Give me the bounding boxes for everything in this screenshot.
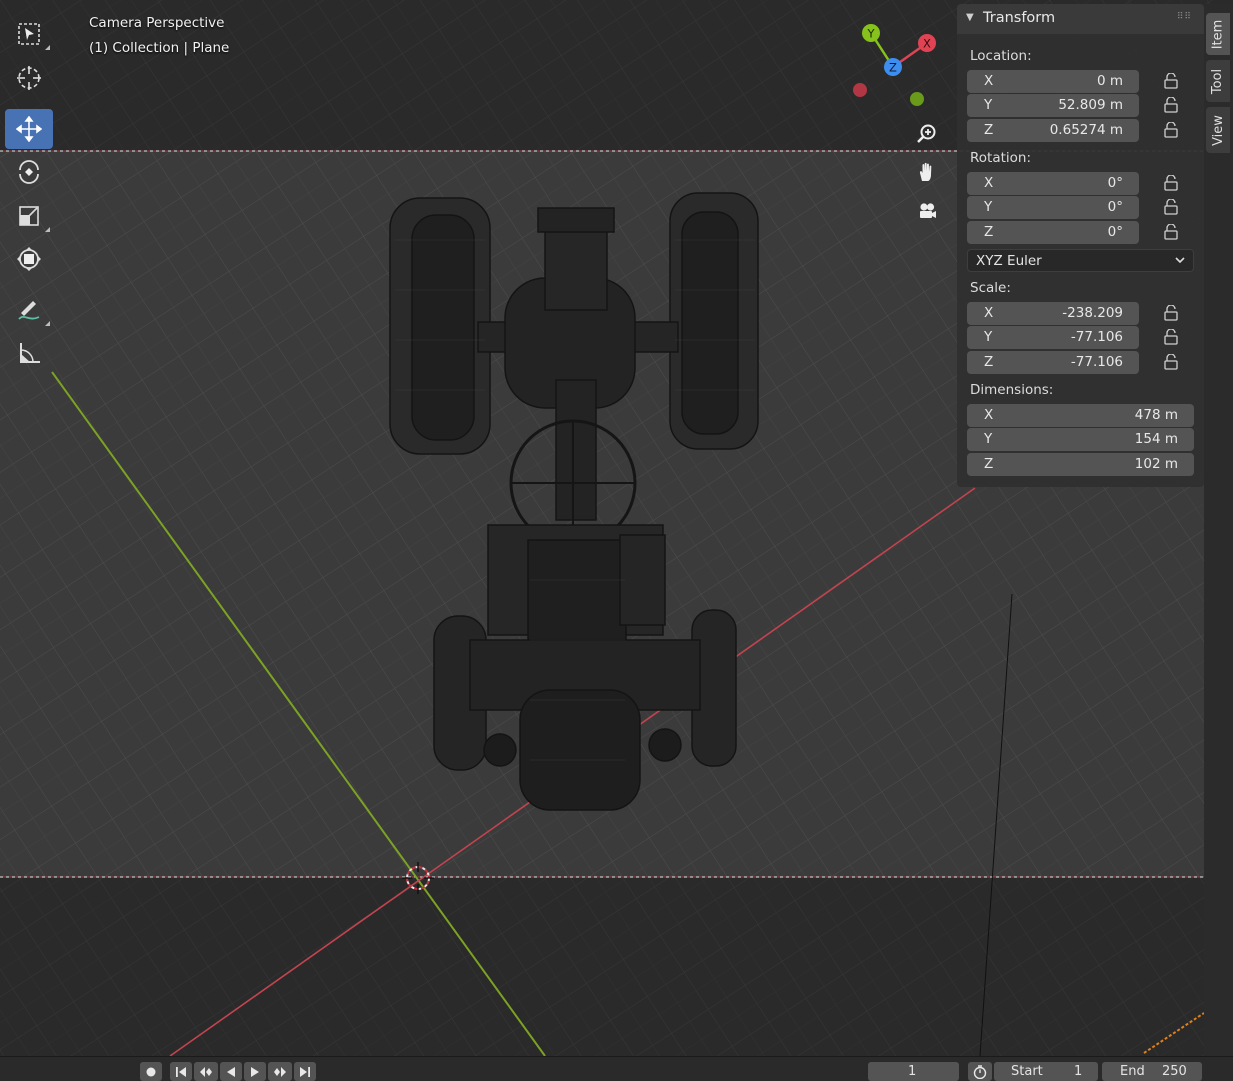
lock-scale-y-icon[interactable]: [1162, 329, 1182, 345]
zoom-button[interactable]: [909, 116, 945, 152]
transform-icon: [17, 247, 41, 271]
jump-to-end-button[interactable]: [294, 1062, 316, 1081]
chevron-down-icon: [1175, 257, 1185, 264]
gizmo-y-axis[interactable]: Y: [862, 24, 880, 42]
zoom-icon: [917, 124, 936, 143]
end-frame-field[interactable]: End 250: [1102, 1062, 1202, 1081]
dimensions-y-field[interactable]: Y 154 m: [967, 428, 1194, 451]
pan-button[interactable]: [909, 154, 945, 190]
location-z-field[interactable]: Z 0.65274 m: [967, 119, 1139, 142]
tab-tool[interactable]: Tool: [1206, 60, 1230, 102]
keyframe-back-icon: [200, 1066, 212, 1077]
lock-location-x-icon[interactable]: [1162, 73, 1182, 89]
jump-keyframe-back-button[interactable]: [194, 1062, 218, 1081]
location-y-field[interactable]: Y 52.809 m: [967, 94, 1139, 117]
record-icon: [146, 1067, 156, 1076]
record-button[interactable]: [140, 1062, 162, 1081]
measure-icon: [20, 343, 40, 363]
lock-scale-z-icon[interactable]: [1162, 354, 1182, 370]
jump-start-icon: [176, 1066, 186, 1077]
scale-label: Scale:: [970, 280, 1011, 296]
dimensions-x-field[interactable]: X 478 m: [967, 404, 1194, 427]
gizmo-x-axis[interactable]: X: [918, 34, 936, 52]
select-box-icon: [18, 23, 40, 45]
current-frame-field[interactable]: 1: [868, 1062, 959, 1081]
rotate-icon: [19, 160, 39, 184]
drag-handle-icon[interactable]: ⠿⠿: [1177, 12, 1192, 22]
select-box-tool[interactable]: [5, 14, 53, 54]
camera-perspective-label: Camera Perspective: [89, 15, 225, 31]
svg-text:Y: Y: [866, 27, 875, 41]
rotation-mode-dropdown[interactable]: XYZ Euler: [967, 249, 1194, 272]
play-reverse-button[interactable]: [220, 1062, 242, 1081]
dimensions-z-field[interactable]: Z 102 m: [967, 453, 1194, 476]
sidebar-n-panel: ▼ Transform ⠿⠿ Location: X0 m Y 52.809 m …: [957, 4, 1204, 487]
timeline-bar: 1 Start 1 End 250: [0, 1056, 1233, 1081]
lock-location-z-icon[interactable]: [1162, 122, 1182, 138]
transform-tool[interactable]: [5, 239, 53, 279]
preview-range-button[interactable]: [968, 1062, 992, 1081]
start-frame-field[interactable]: Start 1: [994, 1062, 1098, 1081]
rotation-z-field[interactable]: Z 0°: [967, 221, 1139, 244]
play-icon: [251, 1066, 259, 1077]
jump-to-start-button[interactable]: [170, 1062, 192, 1081]
svg-text:X: X: [923, 37, 931, 51]
keyframe-forward-icon: [274, 1066, 286, 1077]
jump-end-icon: [300, 1066, 310, 1077]
transform-panel-header[interactable]: ▼ Transform ⠿⠿: [957, 4, 1204, 34]
scale-x-field[interactable]: X -238.209: [967, 302, 1139, 325]
location-x-field[interactable]: X0 m: [967, 70, 1139, 93]
measure-tool[interactable]: [5, 333, 53, 373]
rotation-y-field[interactable]: Y 0°: [967, 196, 1139, 219]
jump-keyframe-forward-button[interactable]: [268, 1062, 292, 1081]
location-label: Location:: [970, 48, 1032, 64]
start-value: 1: [1074, 1064, 1083, 1079]
camera-view-button[interactable]: [909, 193, 945, 229]
scale-icon: [19, 206, 39, 226]
rotation-label: Rotation:: [970, 150, 1032, 166]
play-button[interactable]: [244, 1062, 266, 1081]
camera-passepartout-bottom: [0, 877, 1233, 1056]
scale-y-field[interactable]: Y -77.106: [967, 326, 1139, 349]
tab-item[interactable]: Item: [1206, 13, 1230, 55]
gizmo-z-axis[interactable]: Z: [884, 58, 902, 76]
transform-panel-title: Transform: [983, 10, 1056, 26]
end-value: 250: [1162, 1064, 1187, 1079]
rotate-tool[interactable]: [5, 152, 53, 192]
play-reverse-icon: [227, 1066, 235, 1077]
sidebar-tabs: Item Tool View: [1204, 4, 1233, 1056]
cursor-tool[interactable]: [5, 58, 53, 98]
lock-rotation-z-icon[interactable]: [1162, 224, 1182, 240]
annotate-icon: [18, 301, 40, 320]
rotation-x-field[interactable]: X 0°: [967, 172, 1139, 195]
svg-text:Z: Z: [889, 61, 897, 75]
hand-icon: [919, 162, 932, 181]
lock-rotation-y-icon[interactable]: [1162, 199, 1182, 215]
lock-rotation-x-icon[interactable]: [1162, 175, 1182, 191]
collapse-arrow-icon[interactable]: ▼: [966, 12, 974, 23]
lock-scale-x-icon[interactable]: [1162, 305, 1182, 321]
move-tool[interactable]: [5, 109, 53, 149]
navigation-gizmo[interactable]: Y X Z: [850, 20, 945, 110]
start-label: Start: [1011, 1064, 1043, 1079]
stopwatch-icon: [973, 1064, 987, 1079]
annotate-tool[interactable]: [5, 290, 53, 330]
dimensions-label: Dimensions:: [970, 382, 1054, 398]
cursor-icon: [17, 66, 41, 90]
tab-view[interactable]: View: [1206, 107, 1230, 153]
move-icon: [16, 116, 42, 142]
collection-label: (1) Collection | Plane: [89, 40, 230, 56]
scale-tool[interactable]: [5, 196, 53, 236]
end-label: End: [1120, 1064, 1145, 1079]
lock-location-y-icon[interactable]: [1162, 97, 1182, 113]
camera-icon: [920, 203, 936, 218]
scale-z-field[interactable]: Z -77.106: [967, 351, 1139, 374]
